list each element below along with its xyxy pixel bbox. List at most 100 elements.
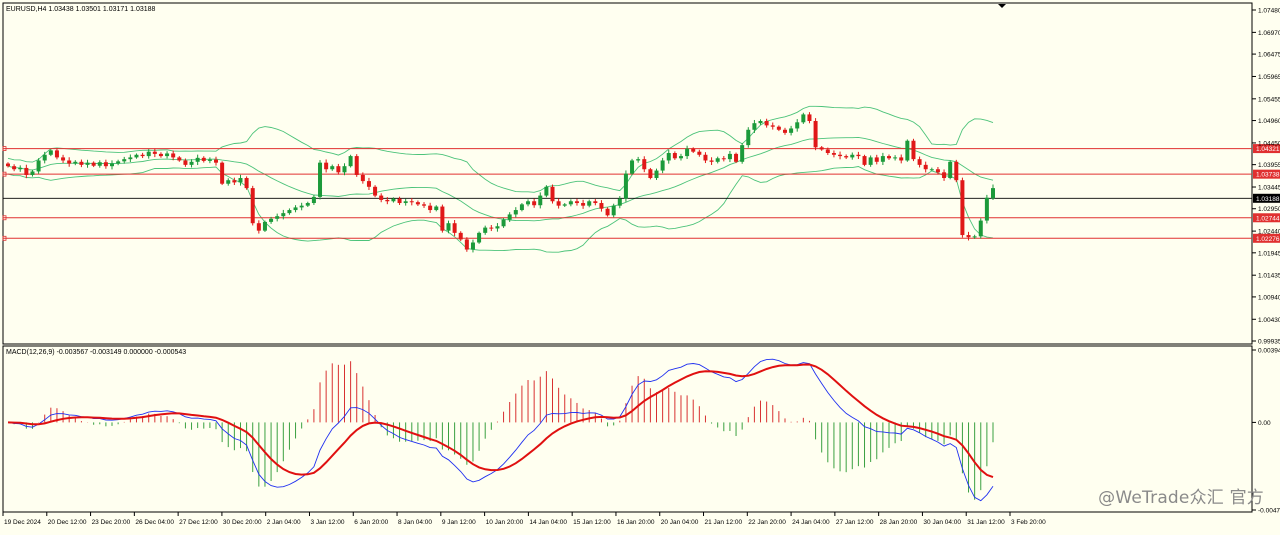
candle-body <box>581 203 586 206</box>
candle-body <box>30 171 35 175</box>
candle-body <box>281 213 286 217</box>
candle-body <box>336 166 341 173</box>
candle-body <box>354 156 359 175</box>
candle-body <box>61 157 66 161</box>
candle-body <box>103 162 108 167</box>
time-tick-label: 31 Jan 12:00 <box>967 519 1005 526</box>
candle-body <box>740 145 745 162</box>
candle-body <box>409 201 414 203</box>
level-price-label: 1.02276 <box>1256 236 1280 243</box>
candle-body <box>923 164 928 170</box>
candle-body <box>893 157 898 159</box>
candle-body <box>12 166 17 170</box>
price-tick-label: 1.05455 <box>1258 96 1280 103</box>
time-tick-label: 6 Jan 20:00 <box>354 519 388 526</box>
candle-body <box>244 178 249 189</box>
candle-body <box>36 160 41 172</box>
time-tick-label: 19 Dec 2024 <box>4 519 41 526</box>
candle-body <box>593 201 598 204</box>
candle-body <box>972 236 977 238</box>
candle-body <box>287 210 292 214</box>
candle-body <box>587 201 592 206</box>
candle-body <box>935 169 940 173</box>
candle-body <box>568 201 573 205</box>
candle-body <box>348 156 353 167</box>
candle-body <box>97 162 102 166</box>
candle-body <box>844 156 849 158</box>
candle-body <box>776 126 781 130</box>
candle-body <box>373 186 378 196</box>
price-tick-label: 1.03445 <box>1258 185 1280 192</box>
price-tick-label: 1.01945 <box>1258 250 1280 257</box>
candle-body <box>452 223 457 233</box>
candle-body <box>599 203 604 209</box>
candle-body <box>446 223 451 231</box>
candle-body <box>140 154 145 157</box>
time-tick-label: 20 Dec 12:00 <box>48 519 87 526</box>
candle-body <box>85 162 90 165</box>
candle-body <box>483 227 488 233</box>
candle-body <box>611 205 616 216</box>
candle-body <box>660 160 665 171</box>
candle-body <box>703 154 708 161</box>
level-price-label: 1.03738 <box>1256 172 1280 179</box>
candle-body <box>544 186 549 196</box>
price-tick-label: 1.06475 <box>1258 52 1280 59</box>
candle-body <box>318 162 323 197</box>
candle-body <box>691 148 696 152</box>
macd-header: MACD(12,26,9) -0.003567 -0.003149 0.0000… <box>6 349 186 356</box>
time-tick-label: 21 Jan 12:00 <box>705 519 743 526</box>
candle-body <box>874 157 879 162</box>
time-tick-label: 22 Jan 20:00 <box>748 519 786 526</box>
time-tick-label: 30 Jan 04:00 <box>923 519 961 526</box>
candle-body <box>324 162 329 170</box>
candle-body <box>403 201 408 204</box>
time-tick-label: 10 Jan 20:00 <box>486 519 524 526</box>
candle-body <box>825 149 830 154</box>
candle-body <box>415 202 420 205</box>
candle-body <box>189 161 194 165</box>
current-price-label: 1.03188 <box>1256 196 1280 203</box>
candle-body <box>623 173 628 199</box>
candle-body <box>470 242 475 250</box>
time-tick-label: 3 Jan 12:00 <box>310 519 344 526</box>
price-tick-label: 1.02440 <box>1258 229 1280 236</box>
chart-canvas[interactable]: 1.043211.037381.027441.022761.03188 1.07… <box>0 0 1280 530</box>
candle-body <box>795 122 800 129</box>
candle-body <box>630 160 635 174</box>
candle-body <box>862 156 867 165</box>
candle-body <box>507 214 512 220</box>
time-tick-label: 30 Dec 20:00 <box>223 519 262 526</box>
candle-body <box>721 158 726 160</box>
candle-body <box>428 205 433 211</box>
candle-body <box>226 180 231 184</box>
candle-body <box>782 129 787 133</box>
chart-terminal[interactable]: 1.04321 1.03738 1.02744 1.02276 1.03188 1.07… <box>0 0 1280 530</box>
candle-body <box>911 140 916 160</box>
price-tick-label: 1.07480 <box>1258 8 1280 15</box>
watermark: @WeTrade众汇 官方 <box>1098 488 1264 508</box>
candle-body <box>152 151 157 154</box>
candle-body <box>379 195 384 200</box>
price-tick-label: 1.01435 <box>1258 273 1280 280</box>
candle-body <box>678 156 683 159</box>
candle-body <box>556 201 561 206</box>
candle-body <box>685 148 690 157</box>
candle-body <box>831 153 836 155</box>
candle-body <box>746 129 751 146</box>
price-tick-label: 1.00430 <box>1258 317 1280 324</box>
candle-body <box>116 161 121 164</box>
time-tick-label: 20 Jan 04:00 <box>661 519 699 526</box>
candle-body <box>207 159 212 161</box>
candle-body <box>886 156 891 159</box>
candle-body <box>311 196 316 204</box>
time-tick-label: 24 Jan 04:00 <box>792 519 830 526</box>
candle-body <box>495 226 500 229</box>
candle-body <box>574 201 579 204</box>
candle-body <box>238 178 243 183</box>
candle-body <box>697 151 702 155</box>
time-tick-label: 23 Dec 20:00 <box>92 519 131 526</box>
candle-body <box>501 219 506 227</box>
candle-body <box>672 153 677 159</box>
macd-tick-label: 0.003949 <box>1258 348 1280 355</box>
